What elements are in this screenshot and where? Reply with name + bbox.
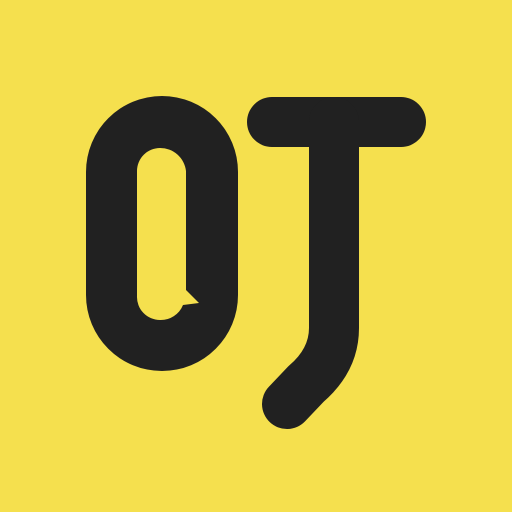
app-icon: OT (0, 0, 512, 512)
logo-background (0, 0, 512, 512)
logo-mark (0, 0, 512, 512)
